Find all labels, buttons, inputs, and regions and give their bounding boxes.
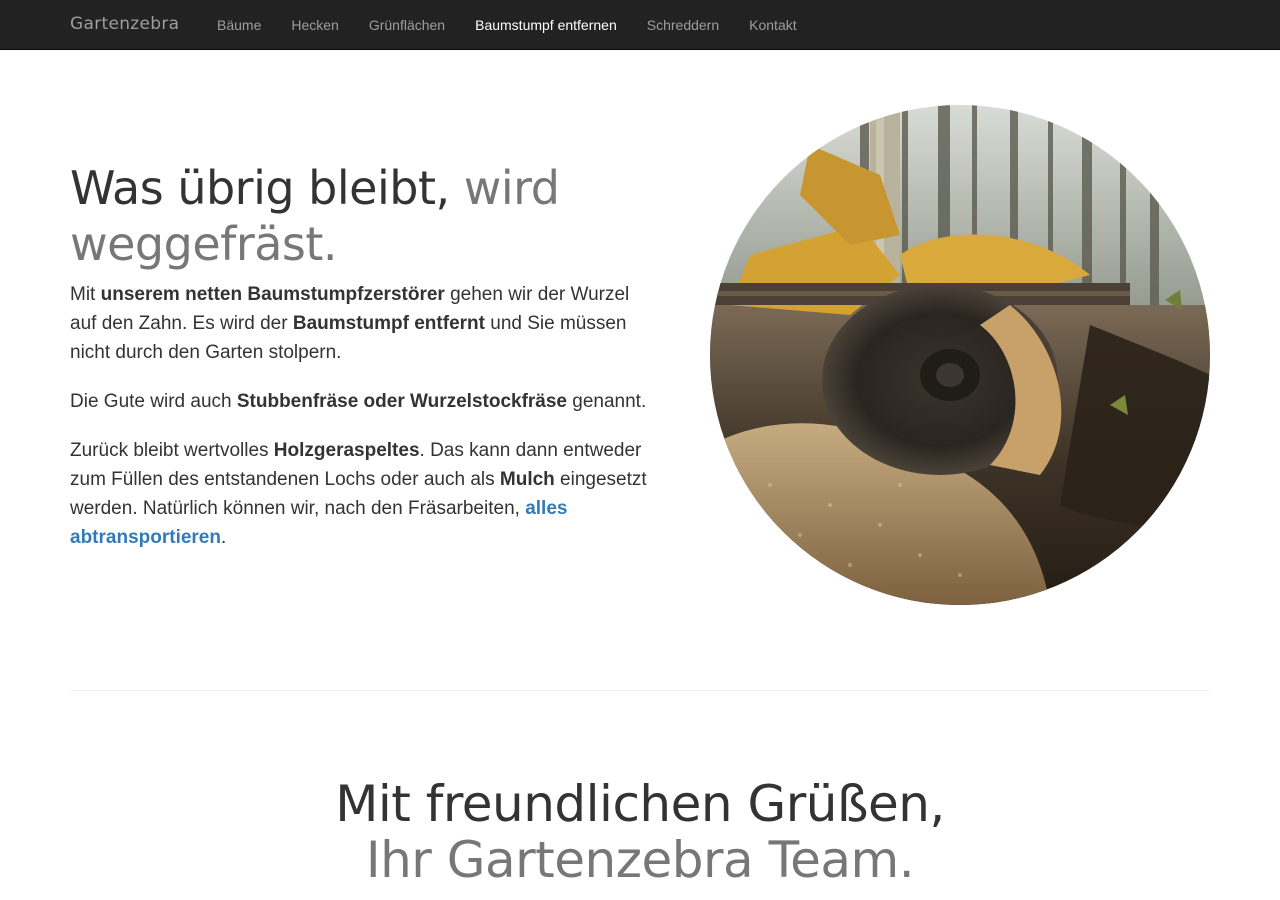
stump-grinder-photo [710,105,1210,605]
p2-text-2: genannt. [567,391,647,412]
nav-item-gruenflaechen: Grünflächen [354,0,460,50]
alias-paragraph: Die Gute wird auch Stubbenfräse oder Wur… [70,387,650,416]
p1-bold-2: Baumstumpf entfernt [292,313,485,334]
result-paragraph: Zurück bleibt wertvolles Holzgeraspeltes… [70,436,650,552]
nav-item-hecken: Hecken [276,0,353,50]
p1-bold-1: unserem netten Baumstumpfzerstörer [100,284,445,305]
hero-heading: Was übrig bleibt, wird weggefräst. [70,160,670,272]
brand-logo-link[interactable]: Gartenzebra [70,14,179,34]
nav-item-baeume: Bäume [202,0,276,50]
stump-grinder-illustration [710,105,1210,605]
nav-item-kontakt: Kontakt [734,0,811,50]
p2-bold-1: Stubbenfräse oder Wurzelstockfräse [236,391,567,412]
closing-line-1: Mit freundlichen Grüßen, [335,775,945,833]
closing-line-2: Ihr Gartenzebra Team. [365,831,915,889]
main-nav: Bäume Hecken Grünflächen Baumstumpf entf… [202,0,812,50]
p2-text-1: Die Gute wird auch [70,391,237,412]
nav-item-baumstumpf-entfernen: Baumstumpf entfernen [460,0,632,50]
nav-link-kontakt[interactable]: Kontakt [734,0,811,50]
top-navbar: Gartenzebra Bäume Hecken Grünflächen Bau… [0,0,1280,50]
nav-link-hecken[interactable]: Hecken [276,0,353,50]
nav-link-gruenflaechen[interactable]: Grünflächen [354,0,460,50]
p3-text-1: Zurück bleibt wertvolles [70,440,274,461]
intro-paragraph: Mit unserem netten Baumstumpfzerstörer g… [70,280,650,367]
section-divider [70,690,1210,691]
nav-link-schreddern[interactable]: Schreddern [632,0,734,50]
nav-link-baumstumpf-entfernen[interactable]: Baumstumpf entfernen [460,0,632,50]
nav-item-schreddern: Schreddern [632,0,734,50]
p3-bold-1: Holzgeraspeltes [273,440,420,461]
nav-link-baeume[interactable]: Bäume [202,0,276,50]
p3-bold-2: Mulch [499,469,555,490]
closing-greeting: Mit freundlichen Grüßen, Ihr Gartenzebra… [0,776,1280,888]
hero-heading-main: Was übrig bleibt, [70,161,450,215]
p3-text-4: . [220,527,227,548]
p1-text-1: Mit [70,284,101,305]
hero-text-section: Was übrig bleibt, wird weggefräst. Mit u… [70,160,670,572]
